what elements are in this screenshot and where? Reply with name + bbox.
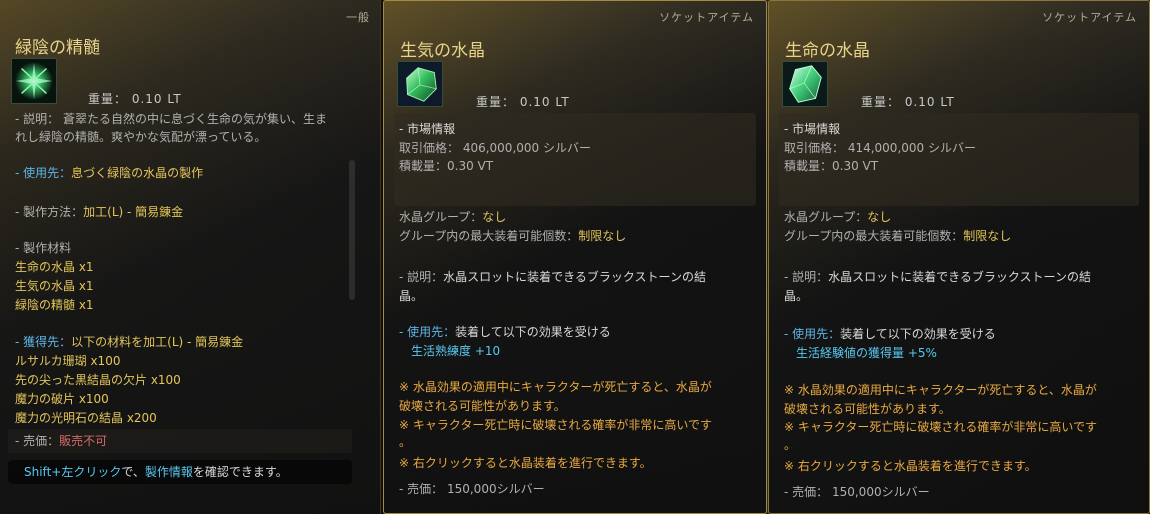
description-continued: 晶。	[784, 289, 809, 303]
item-title: 生気の水晶	[400, 41, 485, 61]
description-line: - 説明：水晶スロットに装着できるブラックストーンの結	[399, 268, 706, 286]
warning-note: 。	[399, 435, 412, 449]
description-line: - 説明：水晶スロットに装着できるブラックストーンの結	[784, 268, 1091, 286]
item-title: 緑陰の精髄	[15, 38, 100, 58]
green-crystal-icon	[782, 61, 828, 107]
usage-value: 装着して以下の効果を受ける	[840, 327, 996, 341]
green-essence-icon	[11, 58, 57, 104]
warning-note: ※ 水晶効果の適用中にキャラクターが死亡すると、水晶が	[399, 380, 712, 394]
warning-note: 。	[784, 438, 797, 452]
tooltip-green-essence: 一般 緑陰の精髄 重量： 0.10 LT - 説明： 蒼翠たる自然の中に息づく生…	[0, 0, 381, 514]
sale-label: - 売価：	[15, 434, 60, 448]
item-weight: 重量： 0.10 LT	[476, 95, 570, 109]
scrollbar[interactable]	[349, 160, 355, 300]
obtain-item[interactable]: 魔力の光明石の結晶 x200	[15, 409, 157, 427]
description-line-1: - 説明： 蒼翠たる自然の中に息づく生命の気が集い、生ま	[15, 112, 327, 126]
trade-price: 取引価格： 406,000,000 シルバー	[399, 141, 591, 155]
item-weight: 重量： 0.10 LT	[861, 95, 955, 109]
craft-method-value: 加工(L) - 簡易錬金	[83, 205, 184, 219]
shift-hint-tail: を確認できます。	[192, 465, 288, 479]
shift-hint-mid: で、	[121, 465, 145, 479]
trade-price: 取引価格： 414,000,000 シルバー	[784, 141, 976, 155]
right-click-note: ※ 右クリックすると水晶装着を進行できます。	[399, 456, 652, 470]
green-crystal-icon	[397, 61, 443, 107]
item-category: 一般	[346, 11, 370, 24]
obtain-item[interactable]: ルサルカ珊瑚 x100	[15, 352, 120, 370]
obtain-label: - 獲得先：	[15, 335, 72, 349]
usage-label: - 使用先：	[15, 166, 72, 180]
warning-note: 破壊される可能性があります。	[784, 402, 951, 416]
tooltip-vitality-crystal: ソケットアイテム 生気の水晶 重量： 0.10 LT - 市場情報 取引価格： …	[383, 0, 767, 514]
description-line-2: れし緑陰の精髄。爽やかな気配が漂っている。	[15, 130, 267, 144]
obtain-item[interactable]: 先の尖った黒結晶の欠片 x100	[15, 371, 181, 389]
material-item[interactable]: 生命の水晶 x1	[15, 258, 94, 276]
obtain-line: - 獲得先：以下の材料を加工(L) - 簡易錬金	[15, 333, 243, 351]
obtain-value: 以下の材料を加工(L) - 簡易錬金	[71, 335, 244, 349]
crystal-group-line: 水晶グループ：なし	[784, 208, 891, 226]
effect-value: 生活熟練度 +10	[411, 344, 501, 358]
sale-line: - 売価：販売不可	[15, 432, 107, 450]
item-category: ソケットアイテム	[1042, 11, 1137, 24]
usage-label: - 使用先：	[784, 327, 841, 341]
description-label: - 説明：	[399, 270, 444, 284]
warning-note: 破壊される可能性があります。	[399, 399, 566, 413]
max-equip-line: グループ内の最大装着可能個数：制限なし	[399, 227, 626, 245]
material-item[interactable]: 緑陰の精髄 x1	[15, 296, 94, 314]
obtain-item[interactable]: 魔力の破片 x100	[15, 390, 109, 408]
crystal-group-value: なし	[867, 210, 892, 224]
sale-price: - 売価： 150,000シルバー	[784, 485, 930, 499]
right-click-note: ※ 右クリックすると水晶装着を進行できます。	[784, 459, 1037, 473]
market-heading: - 市場情報	[399, 122, 456, 136]
usage-line: - 使用先：装着して以下の効果を受ける	[399, 323, 611, 341]
max-equip-line: グループ内の最大装着可能個数：制限なし	[784, 227, 1011, 245]
capacity: 積載量：0.30 VT	[399, 159, 494, 173]
craft-method-line: - 製作方法：加工(L) - 簡易錬金	[15, 203, 183, 221]
usage-value: 息づく緑陰の水晶の製作	[71, 166, 204, 180]
craft-info-link[interactable]: 製作情報	[145, 465, 193, 479]
item-category: ソケットアイテム	[659, 11, 754, 24]
crystal-group-label: 水晶グループ：	[784, 210, 868, 224]
craft-method-label: - 製作方法：	[15, 205, 84, 219]
materials-heading: - 製作材料	[15, 241, 72, 255]
max-equip-label: グループ内の最大装着可能個数：	[399, 229, 579, 243]
warning-note: ※ キャラクター死亡時に破壊される確率が非常に高いです	[399, 418, 713, 432]
description-value: 水晶スロットに装着できるブラックストーンの結	[828, 270, 1091, 284]
crystal-group-line: 水晶グループ：なし	[399, 208, 506, 226]
material-item[interactable]: 生気の水晶 x1	[15, 277, 94, 295]
shift-key-label: Shift+左クリック	[24, 465, 122, 479]
warning-note: ※ キャラクター死亡時に破壊される確率が非常に高いです	[784, 420, 1098, 434]
shift-click-hint-text: Shift+左クリックで、製作情報を確認できます。	[24, 463, 288, 481]
crystal-group-value: なし	[482, 210, 507, 224]
usage-line: - 使用先：息づく緑陰の水晶の製作	[15, 164, 203, 182]
warning-note: ※ 水晶効果の適用中にキャラクターが死亡すると、水晶が	[784, 383, 1097, 397]
description-continued: 晶。	[399, 289, 424, 303]
item-weight: 重量： 0.10 LT	[88, 92, 182, 106]
description-label: - 説明：	[784, 270, 829, 284]
market-heading: - 市場情報	[784, 122, 841, 136]
effect-value: 生活経験値の獲得量 +5%	[796, 346, 937, 360]
description-value: 水晶スロットに装着できるブラックストーンの結	[443, 270, 706, 284]
usage-value: 装着して以下の効果を受ける	[455, 325, 611, 339]
max-equip-value: 制限なし	[578, 229, 627, 243]
crystal-group-label: 水晶グループ：	[399, 210, 483, 224]
sale-price: - 売価： 150,000シルバー	[399, 482, 545, 496]
usage-line: - 使用先：装着して以下の効果を受ける	[784, 325, 996, 343]
sale-value: 販売不可	[59, 434, 108, 448]
capacity: 積載量：0.30 VT	[784, 159, 879, 173]
usage-label: - 使用先：	[399, 325, 456, 339]
max-equip-value: 制限なし	[963, 229, 1012, 243]
max-equip-label: グループ内の最大装着可能個数：	[784, 229, 964, 243]
item-title: 生命の水晶	[785, 41, 870, 61]
tooltip-life-crystal: ソケットアイテム 生命の水晶 重量： 0.10 LT - 市場情報 取引価格： …	[768, 0, 1150, 514]
